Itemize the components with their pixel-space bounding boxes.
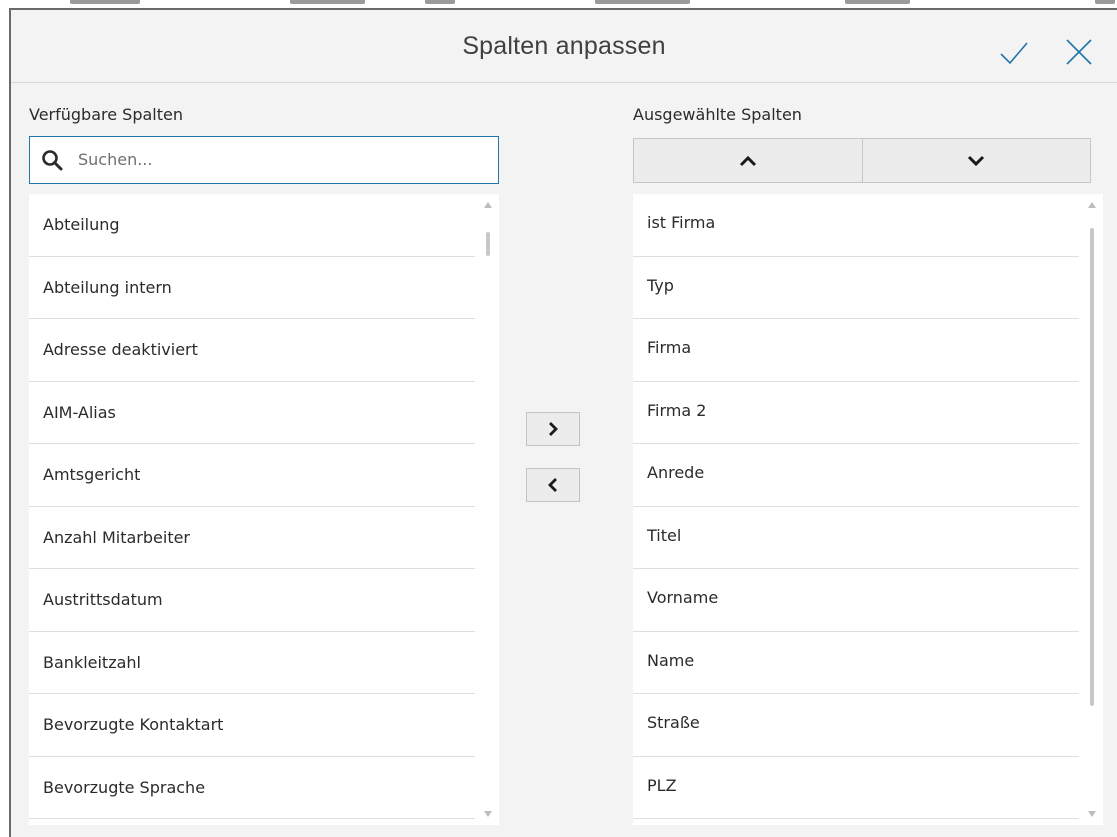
scroll-up-arrow-icon[interactable]	[1088, 202, 1096, 208]
confirm-button[interactable]	[997, 36, 1031, 70]
scrollbar[interactable]	[1083, 194, 1103, 825]
list-item[interactable]: Anrede	[633, 444, 1079, 507]
scrollbar[interactable]	[479, 194, 499, 825]
search-input[interactable]	[78, 137, 488, 182]
list-item[interactable]: AIM-Alias	[29, 382, 475, 444]
move-down-button[interactable]	[861, 139, 1091, 182]
selected-columns-list[interactable]: ist Firma Typ Firma Firma 2 Anrede Titel…	[633, 194, 1103, 825]
search-box[interactable]	[29, 136, 499, 184]
scrollbar-thumb[interactable]	[486, 232, 490, 256]
list-item[interactable]: ist Firma	[633, 194, 1079, 257]
list-item[interactable]: Abteilung intern	[29, 257, 475, 319]
list-item[interactable]: Titel	[633, 507, 1079, 569]
list-item[interactable]: Adresse deaktiviert	[29, 319, 475, 382]
dialog-header: Spalten anpassen	[11, 10, 1117, 83]
search-icon	[42, 150, 63, 171]
scroll-up-arrow-icon[interactable]	[484, 202, 492, 208]
customize-columns-dialog: Spalten anpassen Verfügbare Spalten Ausg…	[9, 8, 1117, 837]
chevron-left-icon	[548, 478, 557, 492]
list-item[interactable]: Bankleitzahl	[29, 632, 475, 694]
close-button[interactable]	[1063, 36, 1097, 70]
list-item[interactable]: Firma	[633, 319, 1079, 382]
selected-columns-label: Ausgewählte Spalten	[633, 105, 802, 124]
list-item[interactable]: Bevorzugte Sprache	[29, 757, 475, 819]
scroll-down-arrow-icon[interactable]	[1088, 811, 1096, 817]
list-item[interactable]: Abteilung	[29, 194, 475, 257]
chevron-down-icon	[968, 155, 985, 166]
list-item[interactable]: Firma 2	[633, 382, 1079, 444]
chevron-right-icon	[549, 422, 558, 436]
chevron-up-icon	[739, 155, 756, 166]
move-up-button[interactable]	[634, 139, 862, 182]
scrollbar-thumb[interactable]	[1090, 228, 1094, 706]
list-item[interactable]: Vorname	[633, 569, 1079, 632]
add-column-button[interactable]	[526, 412, 580, 446]
list-item[interactable]: Name	[633, 632, 1079, 694]
close-icon	[1066, 39, 1092, 65]
dialog-title: Spalten anpassen	[462, 32, 666, 60]
check-icon	[1000, 42, 1028, 65]
scroll-down-arrow-icon[interactable]	[484, 811, 492, 817]
list-item[interactable]: Typ	[633, 257, 1079, 319]
available-columns-list[interactable]: Abteilung Abteilung intern Adresse deakt…	[29, 194, 499, 825]
remove-column-button[interactable]	[526, 468, 580, 502]
list-item[interactable]: Bevorzugte Kontaktart	[29, 694, 475, 757]
list-item[interactable]: PLZ	[633, 757, 1079, 819]
list-item[interactable]: Amtsgericht	[29, 444, 475, 507]
available-columns-label: Verfügbare Spalten	[29, 105, 183, 124]
list-item[interactable]: Anzahl Mitarbeiter	[29, 507, 475, 569]
list-item[interactable]: Straße	[633, 694, 1079, 757]
order-controls	[633, 138, 1091, 183]
list-item[interactable]: Austrittsdatum	[29, 569, 475, 632]
